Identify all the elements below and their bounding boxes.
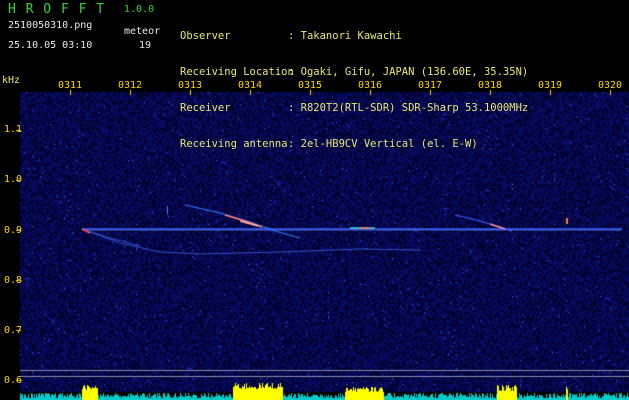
app-name: H R O F F T (8, 2, 106, 17)
time-tick-label: 0312 (118, 80, 143, 91)
time-tick-label: 0314 (238, 80, 263, 91)
freq-tick-label: 1.0 (4, 174, 23, 185)
info-label-receiver: Receiver (180, 102, 231, 114)
time-tick-label: 0319 (538, 80, 563, 91)
info-value-receiver: : R820T2(RTL-SDR) SDR-Sharp 53.1000MHz (288, 102, 529, 114)
time-tick-label: 0316 (358, 80, 383, 91)
meteor-count: 19 (139, 40, 152, 51)
freq-tick-label: 1.1 (4, 124, 23, 135)
meteor-label: meteor (124, 26, 161, 37)
info-label-location: Receiving Location (180, 66, 294, 78)
time-tick-label: 0318 (478, 80, 503, 91)
freq-tick-label: 0.9 (4, 225, 23, 236)
time-tick-label: 0320 (598, 80, 623, 91)
info-label-observer: Observer (180, 30, 231, 42)
info-label-antenna: Receiving antenna (180, 138, 288, 150)
freq-tick-label: 0.6 (4, 375, 23, 386)
time-tick-label: 0317 (418, 80, 443, 91)
info-value-observer: : Takanori Kawachi (288, 30, 402, 42)
freq-tick-label: 0.7 (4, 325, 23, 336)
app-version: 1.0.0 (124, 4, 155, 15)
info-value-location: : Ogaki, Gifu, JAPAN (136.60E, 35.35N) (288, 66, 529, 78)
datetime: 25.10.05 03:10 (8, 40, 93, 51)
freq-unit-label: kHz (2, 75, 21, 86)
time-tick-label: 0315 (298, 80, 323, 91)
info-value-antenna: : 2el-HB9CV Vertical (el. E-W) (288, 138, 478, 150)
spectrogram-screen: H R O F F T 1.0.0 2510050310.png meteor … (0, 0, 629, 400)
time-tick-label: 0313 (178, 80, 203, 91)
freq-tick-label: 0.8 (4, 275, 23, 286)
time-tick-label: 0311 (58, 80, 83, 91)
filename: 2510050310.png (8, 20, 93, 31)
